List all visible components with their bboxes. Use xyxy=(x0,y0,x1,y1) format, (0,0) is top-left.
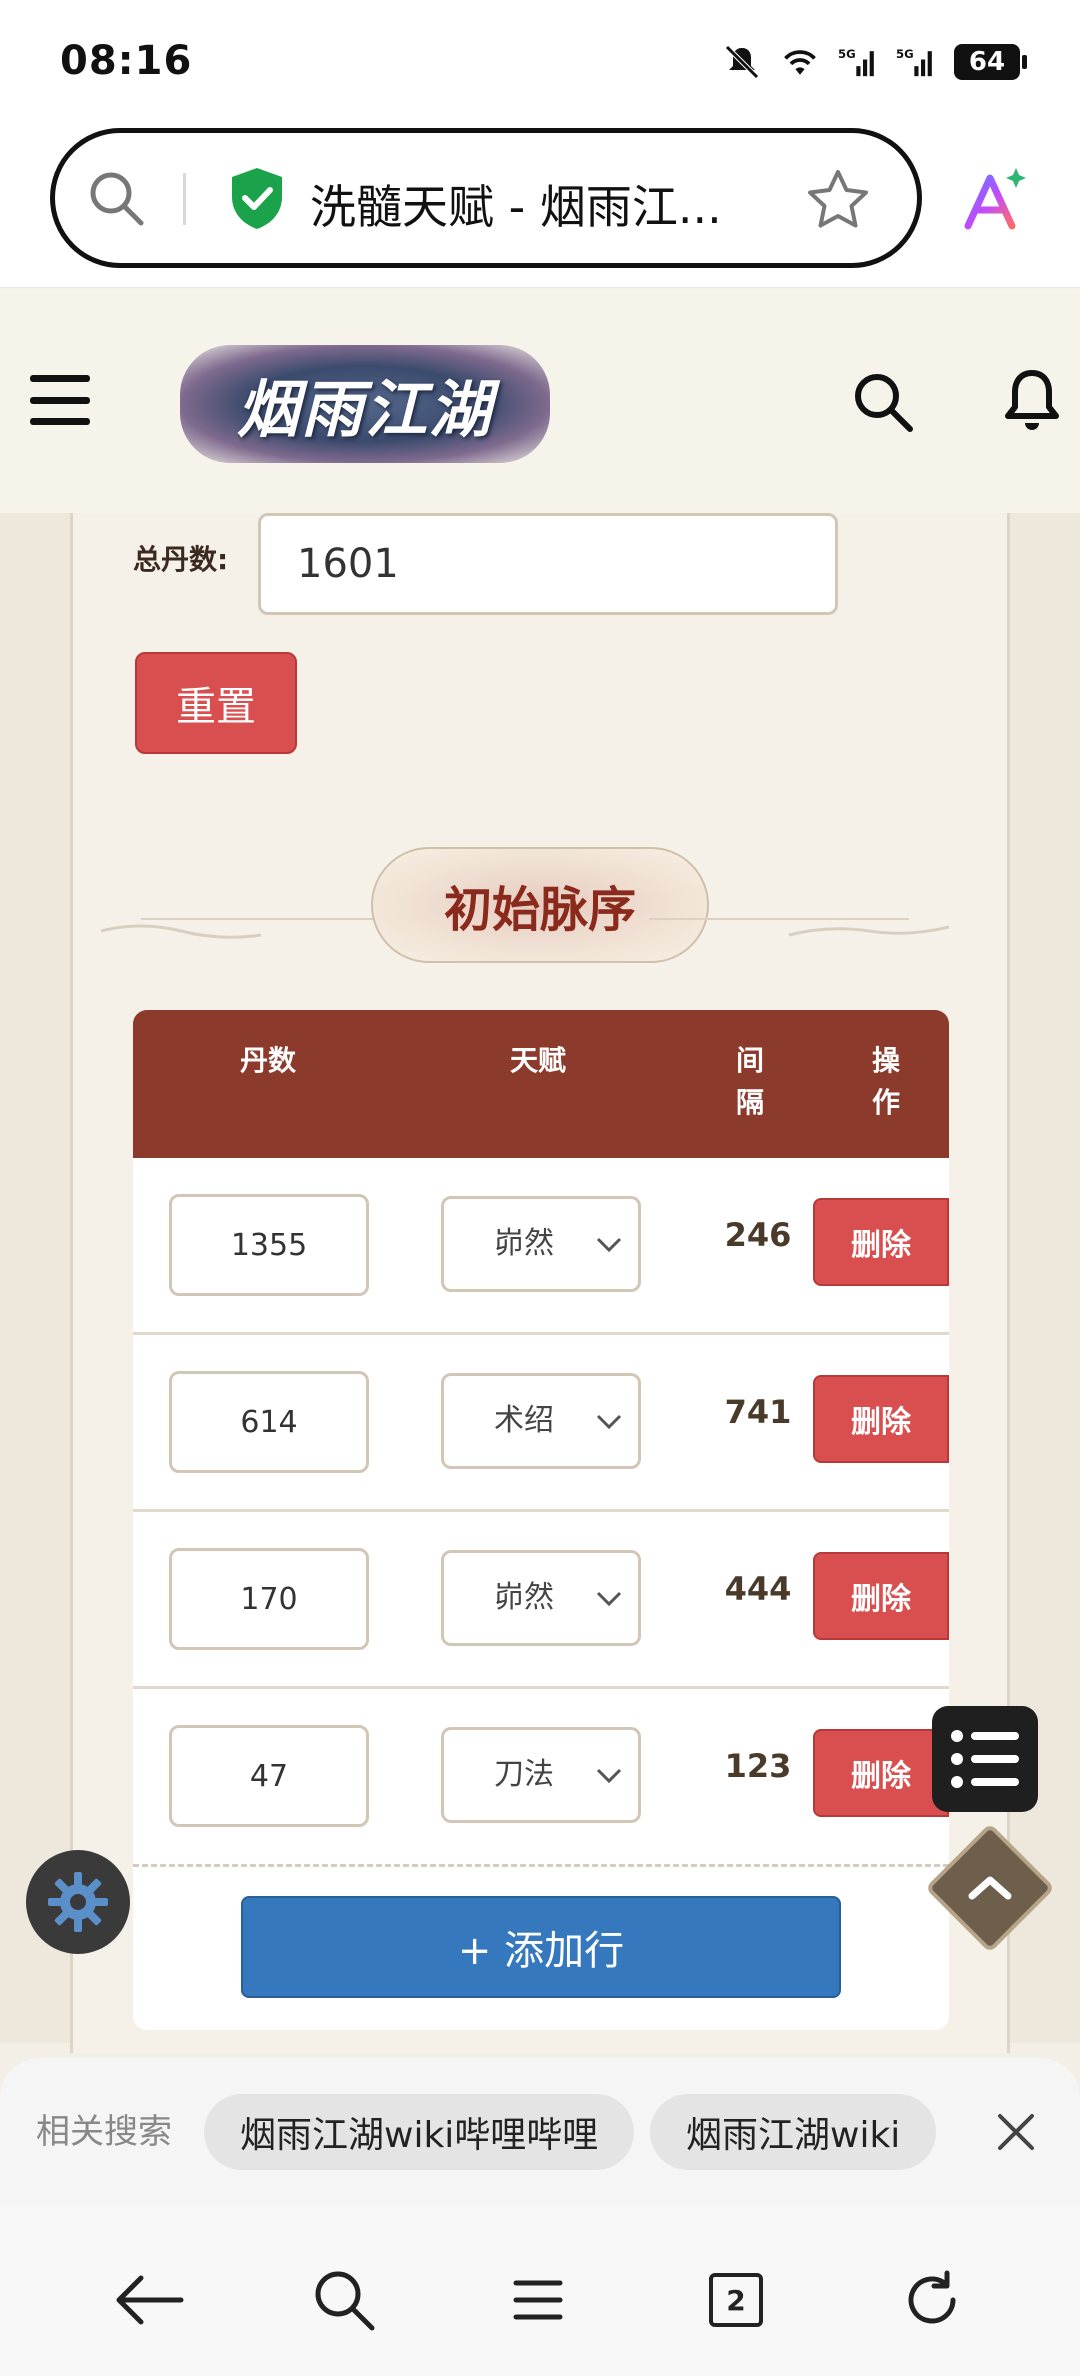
related-chip[interactable]: 烟雨江湖wiki xyxy=(650,2094,937,2170)
total-dan-label: 总丹数: xyxy=(133,543,229,576)
related-searches-bar: 相关搜索 烟雨江湖wiki哔哩哔哩 烟雨江湖wiki xyxy=(0,2058,1080,2206)
gap-value: 123 xyxy=(724,1747,792,1785)
table-row: 170 峁然 444 删除 xyxy=(133,1512,949,1689)
status-bar: 08:16 5G 5G 64 xyxy=(0,0,1080,120)
related-label: 相关搜索 xyxy=(36,2112,172,2152)
gap-value: 246 xyxy=(724,1216,792,1254)
divider xyxy=(133,1864,949,1867)
dan-input[interactable]: 170 xyxy=(169,1548,369,1650)
menu-icon[interactable] xyxy=(498,2260,578,2340)
menu-icon[interactable] xyxy=(30,375,90,425)
header-operation: 操作 xyxy=(871,1044,900,1119)
table-row: 47 刀法 123 删除 xyxy=(133,1689,949,1866)
address-bar[interactable]: 洗髓天赋 - 烟雨江... xyxy=(50,128,922,268)
related-chip[interactable]: 烟雨江湖wiki哔哩哔哩 xyxy=(204,2094,635,2170)
refresh-icon[interactable] xyxy=(892,2260,972,2340)
search-icon[interactable] xyxy=(850,369,916,439)
chevron-down-icon xyxy=(596,1768,622,1784)
bell-icon[interactable] xyxy=(1000,365,1064,439)
list-icon xyxy=(951,1730,1019,1788)
talent-select[interactable]: 峁然 xyxy=(441,1196,641,1292)
wave-decoration xyxy=(101,918,401,939)
chevron-down-icon xyxy=(596,1591,622,1607)
ai-assistant-icon[interactable] xyxy=(958,164,1030,236)
reset-button[interactable]: 重置 xyxy=(135,652,297,754)
battery-indicator: 64 xyxy=(954,44,1027,80)
site-header: 烟雨江湖 xyxy=(0,289,1080,513)
chevron-down-icon xyxy=(596,1414,622,1430)
total-dan-input[interactable]: 1601 xyxy=(258,513,838,615)
svg-text:5G: 5G xyxy=(896,47,914,61)
star-icon[interactable] xyxy=(805,167,871,237)
page-content: 总丹数: 1601 重置 初始脉序 丹数 天赋 间隔 操作 1355 峁然 24… xyxy=(0,513,1080,2053)
header-talent: 天赋 xyxy=(509,1044,566,1077)
delete-button[interactable]: 删除 xyxy=(813,1198,949,1286)
page-title[interactable]: 洗髓天赋 - 烟雨江... xyxy=(310,171,722,237)
chevron-down-icon xyxy=(596,1237,622,1253)
shield-icon[interactable] xyxy=(227,165,287,235)
browser-toolbar: 洗髓天赋 - 烟雨江... xyxy=(0,120,1080,288)
tabs-button[interactable]: 2 xyxy=(696,2260,776,2340)
header-gap: 间隔 xyxy=(735,1044,764,1119)
gap-value: 741 xyxy=(724,1393,792,1431)
search-icon[interactable] xyxy=(304,2260,384,2340)
talent-select[interactable]: 术绍 xyxy=(441,1373,641,1469)
delete-button[interactable]: 删除 xyxy=(813,1375,949,1463)
close-icon[interactable] xyxy=(994,2110,1038,2158)
back-icon[interactable] xyxy=(108,2260,188,2340)
table-of-contents-button[interactable] xyxy=(932,1706,1038,1812)
delete-button[interactable]: 删除 xyxy=(813,1729,949,1817)
table-header: 丹数 天赋 间隔 操作 xyxy=(133,1010,949,1158)
divider xyxy=(183,173,186,225)
add-row-button[interactable]: + 添加行 xyxy=(241,1896,841,1998)
wave-decoration xyxy=(649,918,949,937)
gap-value: 444 xyxy=(724,1570,792,1608)
table-row: 1355 峁然 246 删除 xyxy=(133,1158,949,1335)
mute-icon xyxy=(722,42,762,82)
dan-input[interactable]: 1355 xyxy=(169,1194,369,1296)
search-icon[interactable] xyxy=(85,167,149,235)
bottom-navigation: 2 xyxy=(0,2206,1080,2376)
calculator-card: 总丹数: 1601 重置 初始脉序 丹数 天赋 间隔 操作 1355 峁然 24… xyxy=(70,513,1010,2053)
signal-icon-2: 5G xyxy=(896,42,936,82)
status-time: 08:16 xyxy=(60,38,193,84)
delete-button[interactable]: 删除 xyxy=(813,1552,949,1640)
chevron-up-icon xyxy=(968,1876,1012,1900)
talent-select[interactable]: 刀法 xyxy=(441,1727,641,1823)
status-icons: 5G 5G 64 xyxy=(722,38,1027,86)
dan-input[interactable]: 47 xyxy=(169,1725,369,1827)
gear-icon xyxy=(48,1872,108,1932)
dan-input[interactable]: 614 xyxy=(169,1371,369,1473)
talent-select[interactable]: 峁然 xyxy=(441,1550,641,1646)
svg-text:5G: 5G xyxy=(838,47,856,61)
table-row: 614 术绍 741 删除 xyxy=(133,1335,949,1512)
signal-icon: 5G xyxy=(838,42,878,82)
header-dan: 丹数 xyxy=(239,1044,296,1077)
wifi-icon xyxy=(780,42,820,82)
settings-button[interactable] xyxy=(26,1850,130,1954)
tab-count: 2 xyxy=(709,2273,763,2327)
site-logo[interactable]: 烟雨江湖 xyxy=(180,345,550,463)
talent-table: 丹数 天赋 间隔 操作 1355 峁然 246 删除 614 术绍 741 删除… xyxy=(133,1010,949,2030)
